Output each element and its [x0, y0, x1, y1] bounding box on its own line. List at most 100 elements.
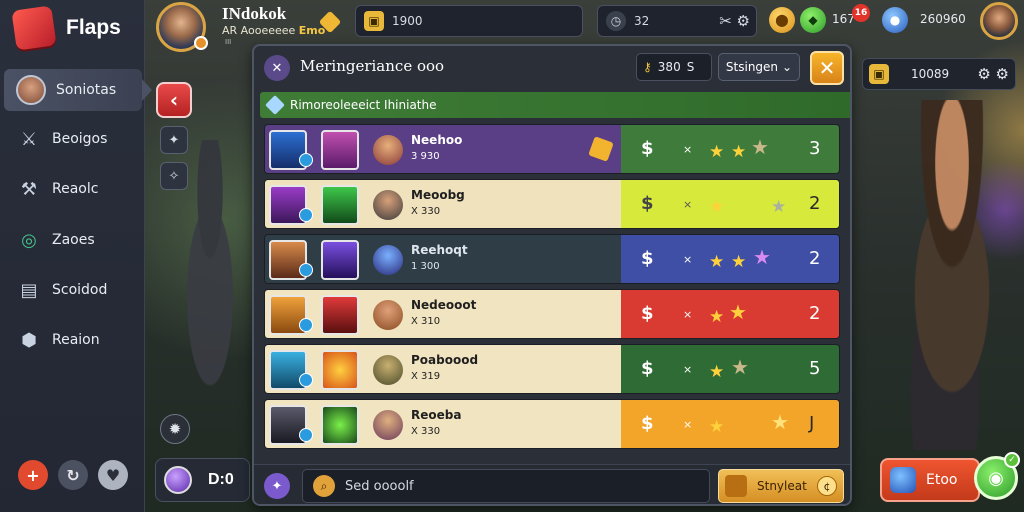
purple-orb-icon — [164, 466, 192, 494]
row-sub: 1 300 — [411, 261, 440, 272]
character-icon — [373, 300, 403, 330]
clock-icon: ◷ — [606, 11, 626, 31]
currency-icon: $ — [641, 358, 654, 379]
top-status-field[interactable]: ◷ 32 ✂ ⚙ — [597, 5, 757, 37]
search-input[interactable]: ⌕ Sed oooolf — [302, 469, 710, 503]
action-button[interactable]: Etoo — [880, 458, 980, 502]
gear-icon[interactable]: ⚙ ⚙ — [977, 65, 1009, 83]
action-button-label: Etoo — [926, 472, 958, 488]
right-profile-avatar[interactable] — [980, 2, 1018, 40]
avatar-level-badge — [194, 36, 208, 50]
currency-icon: $ — [641, 303, 654, 324]
green-gem-icon[interactable]: ◆ — [800, 7, 826, 33]
chest-icon: ▣ — [364, 11, 384, 31]
search-icon: ⌕ — [313, 475, 335, 497]
panel-footer: ✦ ⌕ Sed oooolf Stnyleat ¢ — [254, 464, 850, 504]
panel-currency-field[interactable]: ⚷ 380 S — [636, 53, 712, 81]
row-info: Poaboood X 319 — [265, 345, 621, 393]
settings-gear-icon[interactable]: ✹ — [160, 414, 190, 444]
sidebar-item-zaoes[interactable]: ◎ Zaoes — [4, 219, 142, 261]
star-icon: ★ — [771, 410, 789, 434]
player-subtitle: AR Aooeeeee Emo — [222, 24, 325, 37]
row-info: Reoeba X 330 — [265, 400, 621, 448]
row-info: Reehoqt 1 300 — [265, 235, 621, 283]
row-name: Neehoo — [411, 133, 463, 147]
bottom-left-pill[interactable]: D:0 — [155, 458, 250, 502]
sidebar-item-label: Reaolc — [52, 181, 99, 197]
star-icon: ★ — [709, 197, 725, 217]
player-name: INdokok — [222, 4, 287, 23]
sort-select[interactable]: Stsingen ⌄ — [718, 53, 800, 81]
refresh-button[interactable]: ↻ — [58, 460, 88, 490]
currency-icon: $ — [641, 413, 654, 434]
panel-currency-suffix: S — [686, 60, 695, 74]
table-row[interactable]: Neehoo 3 930 $ × ★ ★ ★ 3 — [264, 124, 840, 174]
star-icon: ★ — [731, 355, 749, 379]
multiplier-icon: × — [683, 198, 693, 211]
sidebar-item-reaolc[interactable]: ⚒ Reaolc — [4, 168, 142, 210]
chat-badge-icon: ✓ — [1004, 452, 1020, 468]
right-resource-value: 10089 — [911, 67, 950, 81]
table-row[interactable]: Poaboood X 319 $ × ★ ★ 5 — [264, 344, 840, 394]
row-name: Reehoqt — [411, 243, 468, 257]
panel-title: Meringeriance ooo — [300, 57, 445, 75]
star-icon: ★ — [771, 197, 787, 217]
hero-badge-icon — [299, 263, 313, 277]
row-count: J — [809, 413, 815, 434]
submit-button[interactable]: Stnyleat ¢ — [718, 469, 844, 503]
filter-icon[interactable]: ✦ — [264, 473, 290, 499]
star-icon: ★ — [731, 252, 747, 272]
row-stats: $ × ★ ★ J — [621, 400, 839, 448]
star-icon: ★ — [709, 362, 725, 382]
search-placeholder: Sed oooolf — [345, 478, 414, 494]
sidebar-item-beoigos[interactable]: ⚔ Beoigos — [4, 118, 142, 160]
multiplier-icon: × — [683, 363, 693, 376]
add-button[interactable]: + — [18, 460, 48, 490]
table-row[interactable]: Reehoqt 1 300 $ × ★ ★ ★ 2 — [264, 234, 840, 284]
close-button[interactable]: ✕ — [810, 51, 844, 85]
row-name: Poaboood — [411, 353, 479, 367]
quick-action-two[interactable]: ✧ — [160, 162, 188, 190]
star-icon: ★ — [709, 417, 725, 437]
sidebar-item-reaion[interactable]: ⬢ Reaion — [4, 319, 142, 361]
table-row[interactable]: Nedeooot X 310 $ × ★ ★ 2 — [264, 289, 840, 339]
hero-badge-icon — [299, 428, 313, 442]
chest-icon — [725, 475, 747, 497]
player-subtitle-text: AR Aooeeeee — [222, 24, 296, 37]
top-resource-field[interactable]: ▣ 1900 — [355, 5, 583, 37]
multiplier-icon: × — [683, 308, 693, 321]
tools-icon[interactable]: ✂ ⚙ — [719, 12, 750, 30]
sidebar-item-label: Reaion — [52, 332, 100, 348]
sort-select-label: Stsingen — [725, 60, 779, 74]
sidebar-item-scoidod[interactable]: ▤ Scoidod — [4, 269, 142, 311]
row-count: 5 — [809, 358, 821, 379]
currency-icon: $ — [641, 248, 654, 269]
shield-icon — [890, 467, 916, 493]
back-button[interactable]: ‹ — [156, 82, 192, 118]
star-icon: ★ — [709, 252, 725, 272]
character-icon — [373, 190, 403, 220]
row-stats: $ × ★ ★ ★ 2 — [621, 235, 839, 283]
quick-action-one[interactable]: ✦ — [160, 126, 188, 154]
sidebar-item-soniotas[interactable]: Soniotas — [4, 69, 152, 111]
blue-orb-icon[interactable]: ● — [882, 7, 908, 33]
notification-badge: 16 — [852, 4, 870, 22]
heart-button[interactable]: ♥ — [98, 460, 128, 490]
star-icon: ★ — [709, 142, 725, 162]
character-icon — [373, 135, 403, 165]
row-sub: 3 930 — [411, 151, 440, 162]
cube-icon: ⬢ — [21, 329, 37, 351]
hammer-icon: ⚒ — [20, 178, 38, 200]
bottom-left-pill-text: D:0 — [208, 471, 234, 488]
app-logo[interactable]: Flaps — [11, 5, 121, 51]
currency-icon: $ — [641, 138, 654, 159]
hero-portrait — [321, 350, 359, 390]
crossed-swords-icon: ✕ — [264, 55, 290, 81]
right-resource-toolbar[interactable]: ▣ 10089 ⚙ ⚙ — [862, 58, 1016, 90]
treasure-icon: ▣ — [869, 64, 889, 84]
table-row[interactable]: Reoeba X 330 $ × ★ ★ J — [264, 399, 840, 449]
gold-coin-icon[interactable]: ⬤ — [769, 7, 795, 33]
table-row[interactable]: Meoobg X 330 $ × ★ ★ 2 — [264, 179, 840, 229]
hero-badge-icon — [299, 208, 313, 222]
background-character-right — [880, 100, 1024, 450]
